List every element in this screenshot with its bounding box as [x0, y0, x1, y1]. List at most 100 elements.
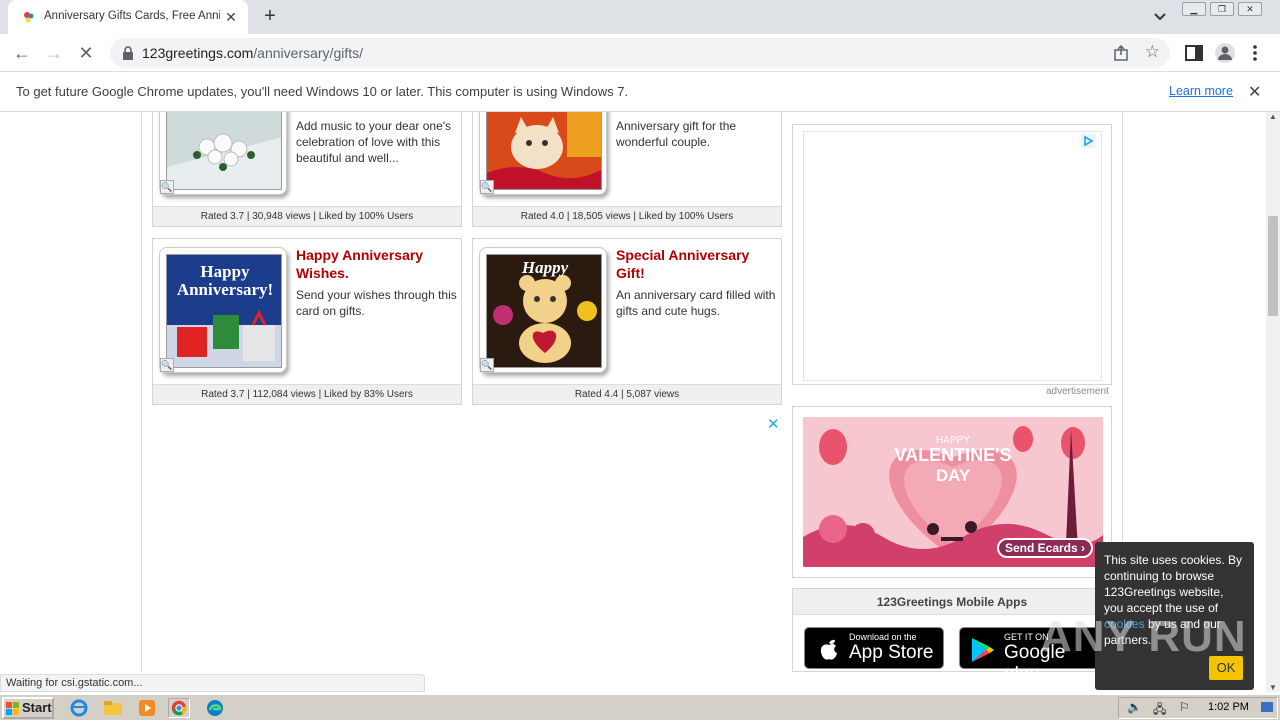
address-bar[interactable]: 123greetings.com/anniversary/gifts/ ☆ — [110, 38, 1170, 68]
forward-button[interactable]: → — [42, 41, 66, 65]
windows-logo-icon — [6, 702, 19, 715]
tab-title: Anniversary Gifts Cards, Free Anniv — [44, 10, 220, 22]
lock-icon[interactable] — [122, 46, 134, 60]
site-favicon-icon — [24, 12, 34, 23]
card-description: Send your wishes through this card on gi… — [296, 288, 457, 318]
restore-button[interactable]: ❐ — [1210, 2, 1234, 16]
menu-kebab-icon[interactable] — [1244, 42, 1266, 64]
card-image: Happy — [486, 254, 602, 368]
thumb-caption: Anniversary! — [177, 280, 273, 299]
apple-icon — [820, 639, 837, 660]
tab-close-icon[interactable]: ✕ — [222, 8, 240, 26]
page-scrollbar[interactable]: ▲ ▼ — [1266, 112, 1280, 692]
card-title[interactable]: Happy Anniversary Wishes. — [296, 246, 456, 282]
adchoices-icon[interactable] — [1081, 134, 1095, 148]
app-store-small-text: Download on the — [849, 632, 917, 642]
card-item[interactable]: 🔍 Add music to your dear one's celebrati… — [152, 112, 462, 227]
back-button[interactable]: ← — [10, 41, 34, 65]
card-rating: Rated 3.7 | 30,948 views | Liked by 100%… — [153, 206, 461, 226]
zoom-icon[interactable]: 🔍 — [480, 180, 494, 194]
card-item[interactable]: Happy Anniversary! 🔍 Happy Anniversary W… — [152, 238, 462, 405]
network-icon[interactable]: 🖧 — [1153, 700, 1166, 721]
app-store-big-text: App Store — [849, 642, 934, 663]
card-thumbnail[interactable]: Happy Anniversary! 🔍 — [159, 247, 287, 373]
chrome-taskbar-icon[interactable] — [168, 698, 190, 718]
edge-icon[interactable] — [204, 698, 226, 718]
url-host: 123greetings.com — [142, 45, 254, 61]
bookmark-star-icon[interactable]: ☆ — [1145, 42, 1160, 62]
kitten-gift-image — [487, 112, 601, 189]
file-explorer-icon[interactable] — [102, 698, 124, 718]
card-description: An anniversary card filled with gifts an… — [616, 288, 776, 318]
start-button[interactable]: Start — [2, 697, 54, 719]
card-rating: Rated 4.4 | 5,087 views — [473, 384, 781, 404]
infobar-message: To get future Google Chrome updates, you… — [16, 84, 629, 99]
app-store-button[interactable]: Download on the App Store — [804, 627, 944, 669]
infobar-close-icon[interactable]: ✕ — [1248, 82, 1261, 102]
browser-tab[interactable]: Anniversary Gifts Cards, Free Anniv ✕ — [8, 0, 248, 34]
card-rating: Rated 3.7 | 112,084 views | Liked by 83%… — [153, 384, 461, 404]
card-image: Happy Anniversary! — [166, 254, 282, 368]
volume-icon[interactable]: 🔈 — [1127, 700, 1142, 714]
card-rating: Rated 4.0 | 18,505 views | Liked by 100%… — [473, 206, 781, 226]
content-border-left — [141, 112, 142, 672]
card-thumbnail[interactable]: 🔍 — [479, 112, 607, 195]
card-thumbnail[interactable]: 🔍 — [159, 112, 287, 195]
new-tab-button[interactable]: + — [258, 5, 282, 29]
happy-anniversary-gifts-image: Happy Anniversary! — [167, 255, 281, 367]
minimize-button[interactable]: ▁ — [1182, 2, 1206, 16]
media-player-icon[interactable] — [136, 698, 158, 718]
taskbar-clock: 1:02 PM — [1208, 701, 1249, 713]
card-image — [486, 112, 602, 190]
white-roses-image — [167, 112, 281, 189]
scroll-down-arrow-icon[interactable]: ▼ — [1269, 683, 1277, 692]
google-play-icon — [972, 638, 994, 662]
zoom-icon[interactable]: 🔍 — [480, 358, 494, 372]
window-controls: ▁ ❐ ✕ — [1182, 2, 1274, 18]
scrollbar-thumb[interactable] — [1268, 216, 1278, 316]
tab-search-chevron-icon[interactable] — [1150, 8, 1170, 26]
cookie-text: This site uses cookies. By continuing to… — [1104, 553, 1243, 615]
card-image — [166, 112, 282, 190]
anyrun-watermark: ANY RUN — [1040, 612, 1247, 661]
share-icon[interactable] — [1112, 44, 1130, 62]
side-panel-icon[interactable] — [1183, 42, 1205, 64]
zoom-icon[interactable]: 🔍 — [160, 180, 174, 194]
card-item[interactable]: 🔍 Anniversary gift for the wonderful cou… — [472, 112, 782, 227]
action-center-flag-icon[interactable]: ⚐ — [1179, 700, 1190, 714]
url-text[interactable]: 123greetings.com/anniversary/gifts/ — [142, 45, 363, 61]
card-title[interactable]: Special Anniversary Gift! — [616, 246, 776, 282]
status-bubble: Waiting for csi.gstatic.com... — [0, 674, 425, 692]
banner-text: VALENTINE'S — [895, 445, 1012, 465]
ad-slot[interactable] — [803, 131, 1102, 381]
url-path: /anniversary/gifts/ — [253, 45, 364, 61]
teddy-bear-gift-image: Happy — [487, 255, 601, 367]
zoom-icon[interactable]: 🔍 — [160, 358, 174, 372]
update-infobar: To get future Google Chrome updates, you… — [0, 72, 1280, 112]
internet-explorer-icon[interactable] — [68, 698, 90, 718]
card-thumbnail[interactable]: Happy 🔍 — [479, 247, 607, 373]
card-item[interactable]: Happy 🔍 Special Anniversary Gift! An ann… — [472, 238, 782, 405]
start-label: Start — [22, 700, 52, 715]
tab-strip: Anniversary Gifts Cards, Free Anniv ✕ + … — [0, 0, 1280, 34]
scroll-up-arrow-icon[interactable]: ▲ — [1269, 112, 1277, 121]
card-description: Anniversary gift for the wonderful coupl… — [616, 119, 737, 149]
show-desktop-icon[interactable] — [1261, 702, 1273, 712]
valentine-banner[interactable]: HAPPY VALENTINE'S DAY Send Ecards › — [803, 417, 1103, 567]
stop-loading-button[interactable]: ✕ — [74, 41, 98, 65]
close-window-button[interactable]: ✕ — [1238, 2, 1262, 16]
ad-close-icon[interactable]: ✕ — [767, 415, 780, 433]
system-tray: 🔈 🖧 ⚐ — [1118, 697, 1278, 719]
banner-text: DAY — [936, 466, 971, 485]
sidebar-ad-box — [792, 124, 1112, 385]
page-content: 🔍 Add music to your dear one's celebrati… — [0, 112, 1266, 672]
valentine-promo-box: HAPPY VALENTINE'S DAY Send Ecards › — [792, 406, 1112, 578]
send-ecards-button[interactable]: Send Ecards › — [997, 538, 1093, 558]
browser-toolbar: ← → ✕ 123greetings.com/anniversary/gifts… — [0, 34, 1280, 72]
card-description: Add music to your dear one's celebration… — [296, 119, 452, 165]
profile-avatar-icon[interactable] — [1214, 42, 1236, 64]
advertisement-label: advertisement — [1046, 386, 1109, 397]
windows-taskbar: Start 🔈 🖧 ⚐ 1:02 PM — [0, 694, 1280, 720]
learn-more-link[interactable]: Learn more — [1169, 84, 1233, 98]
thumb-caption: Happy — [200, 262, 250, 281]
